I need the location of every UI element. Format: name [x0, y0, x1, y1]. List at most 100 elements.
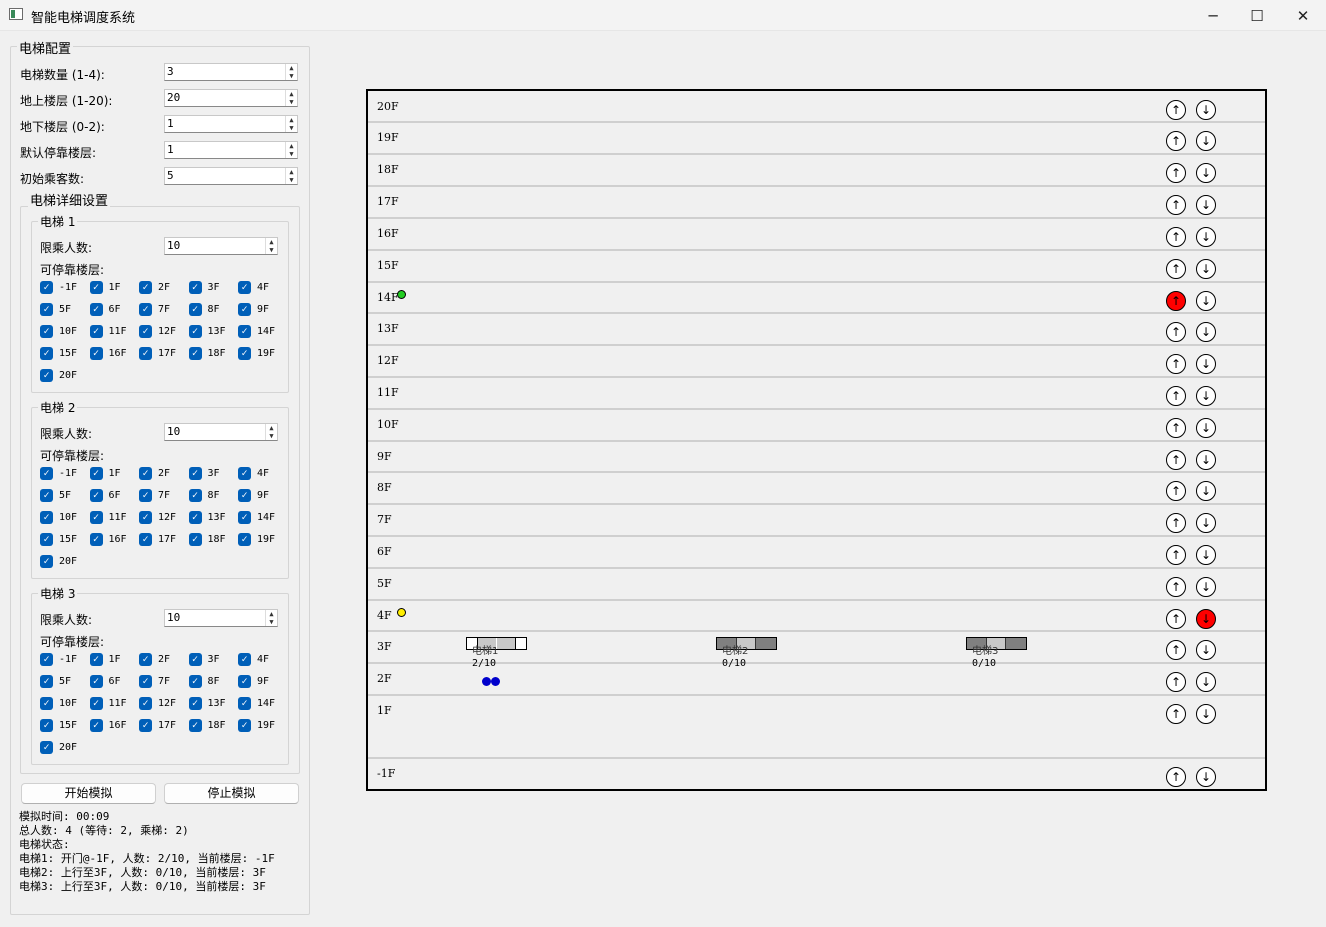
minimize-button[interactable]: ─ — [1190, 0, 1236, 31]
spinbox-value[interactable]: 20 — [167, 91, 180, 104]
floor-checkbox[interactable]: ✓ 12F — [139, 511, 176, 524]
up-call-button[interactable]: ↑ — [1166, 386, 1186, 406]
down-call-button[interactable]: ↓ — [1196, 609, 1216, 629]
check-icon[interactable]: ✓ — [238, 303, 251, 316]
down-call-button[interactable]: ↓ — [1196, 291, 1216, 311]
check-icon[interactable]: ✓ — [238, 719, 251, 732]
spin-down-icon[interactable]: ▼ — [286, 124, 297, 132]
floor-checkbox[interactable]: ✓ 5F — [40, 489, 71, 502]
check-icon[interactable]: ✓ — [89, 675, 103, 688]
check-icon[interactable]: ✓ — [238, 675, 251, 688]
check-icon[interactable]: ✓ — [188, 347, 202, 360]
down-call-button[interactable]: ↓ — [1196, 163, 1216, 183]
up-call-button[interactable]: ↑ — [1166, 513, 1186, 533]
check-icon[interactable]: ✓ — [238, 697, 251, 710]
spin-up-icon[interactable]: ▲ — [266, 610, 277, 618]
close-button[interactable]: ✕ — [1280, 0, 1326, 31]
check-icon[interactable]: ✓ — [139, 281, 152, 294]
stop-simulation-button[interactable]: 停止模拟 — [164, 783, 299, 804]
up-call-button[interactable]: ↑ — [1166, 704, 1186, 724]
spinbox-value[interactable]: 1 — [167, 143, 174, 156]
floor-checkbox[interactable]: ✓ 2F — [139, 653, 170, 666]
check-icon[interactable]: ✓ — [40, 555, 53, 568]
check-icon[interactable]: ✓ — [238, 489, 251, 502]
spin-down-icon[interactable]: ▼ — [286, 176, 297, 184]
check-icon[interactable]: ✓ — [188, 325, 202, 338]
floor-checkbox[interactable]: ✓ 5F — [40, 675, 71, 688]
check-icon[interactable]: ✓ — [89, 325, 103, 338]
spin-up-icon[interactable]: ▲ — [286, 64, 297, 72]
up-call-button[interactable]: ↑ — [1166, 195, 1186, 215]
down-call-button[interactable]: ↓ — [1196, 259, 1216, 279]
floor-checkbox[interactable]: ✓ 8F — [188, 489, 220, 502]
floor-checkbox[interactable]: ✓ 17F — [139, 719, 176, 732]
floor-checkbox[interactable]: ✓ 11F — [89, 511, 127, 524]
check-icon[interactable]: ✓ — [188, 533, 202, 546]
floor-checkbox[interactable]: ✓ 3F — [188, 281, 220, 294]
spin-down-icon[interactable]: ▼ — [286, 150, 297, 158]
floor-checkbox[interactable]: ✓ 9F — [238, 489, 269, 502]
check-icon[interactable]: ✓ — [139, 719, 152, 732]
floor-checkbox[interactable]: ✓ 20F — [40, 369, 77, 382]
floor-checkbox[interactable]: ✓ 16F — [89, 533, 127, 546]
up-call-button[interactable]: ↑ — [1166, 450, 1186, 470]
check-icon[interactable]: ✓ — [139, 303, 152, 316]
check-icon[interactable]: ✓ — [238, 511, 251, 524]
floor-checkbox[interactable]: ✓ 19F — [238, 347, 275, 360]
check-icon[interactable]: ✓ — [139, 347, 152, 360]
spinbox-value[interactable]: 3 — [167, 65, 174, 78]
check-icon[interactable]: ✓ — [40, 489, 53, 502]
up-call-button[interactable]: ↑ — [1166, 609, 1186, 629]
floor-checkbox[interactable]: ✓ 5F — [40, 303, 71, 316]
check-icon[interactable]: ✓ — [40, 303, 53, 316]
up-call-button[interactable]: ↑ — [1166, 767, 1186, 787]
floor-checkbox[interactable]: ✓ 19F — [238, 533, 275, 546]
floor-checkbox[interactable]: ✓ 13F — [188, 325, 226, 338]
check-icon[interactable]: ✓ — [139, 325, 152, 338]
spin-buttons[interactable]: ▲ ▼ — [285, 90, 297, 106]
check-icon[interactable]: ✓ — [188, 281, 202, 294]
spin-up-icon[interactable]: ▲ — [286, 90, 297, 98]
spin-up-icon[interactable]: ▲ — [286, 116, 297, 124]
floor-checkbox[interactable]: ✓ 2F — [139, 467, 170, 480]
floor-checkbox[interactable]: ✓ 17F — [139, 533, 176, 546]
check-icon[interactable]: ✓ — [188, 303, 202, 316]
spinbox-value[interactable]: 10 — [167, 611, 180, 624]
floor-checkbox[interactable]: ✓ 17F — [139, 347, 176, 360]
up-call-button[interactable]: ↑ — [1166, 418, 1186, 438]
spin-down-icon[interactable]: ▼ — [266, 618, 277, 626]
down-call-button[interactable]: ↓ — [1196, 354, 1216, 374]
floor-checkbox[interactable]: ✓ 20F — [40, 555, 77, 568]
spin-down-icon[interactable]: ▼ — [266, 432, 277, 440]
floor-checkbox[interactable]: ✓ 18F — [188, 533, 226, 546]
up-call-button[interactable]: ↑ — [1166, 545, 1186, 565]
spin-down-icon[interactable]: ▼ — [286, 72, 297, 80]
floor-checkbox[interactable]: ✓ 6F — [89, 675, 121, 688]
up-call-button[interactable]: ↑ — [1166, 354, 1186, 374]
floor-checkbox[interactable]: ✓ 16F — [89, 347, 127, 360]
check-icon[interactable]: ✓ — [89, 697, 103, 710]
floor-checkbox[interactable]: ✓ 18F — [188, 347, 226, 360]
check-icon[interactable]: ✓ — [40, 675, 53, 688]
up-call-button[interactable]: ↑ — [1166, 672, 1186, 692]
floor-checkbox[interactable]: ✓ -1F — [40, 653, 77, 666]
config-spinbox[interactable]: 3 ▲ ▼ — [164, 63, 298, 81]
spinbox-value[interactable]: 10 — [167, 425, 180, 438]
check-icon[interactable]: ✓ — [238, 533, 251, 546]
up-call-button[interactable]: ↑ — [1166, 227, 1186, 247]
floor-checkbox[interactable]: ✓ 4F — [238, 281, 269, 294]
floor-checkbox[interactable]: ✓ 15F — [40, 347, 77, 360]
config-spinbox[interactable]: 1 ▲ ▼ — [164, 115, 298, 133]
check-icon[interactable]: ✓ — [40, 347, 53, 360]
check-icon[interactable]: ✓ — [89, 347, 103, 360]
floor-checkbox[interactable]: ✓ 6F — [89, 303, 121, 316]
config-spinbox[interactable]: 5 ▲ ▼ — [164, 167, 298, 185]
floor-checkbox[interactable]: ✓ 8F — [188, 675, 220, 688]
floor-checkbox[interactable]: ✓ 4F — [238, 467, 269, 480]
check-icon[interactable]: ✓ — [40, 533, 53, 546]
down-call-button[interactable]: ↓ — [1196, 577, 1216, 597]
capacity-spinbox[interactable]: 10 ▲ ▼ — [164, 237, 278, 255]
up-call-button[interactable]: ↑ — [1166, 291, 1186, 311]
floor-checkbox[interactable]: ✓ 10F — [40, 511, 77, 524]
floor-checkbox[interactable]: ✓ 7F — [139, 489, 170, 502]
